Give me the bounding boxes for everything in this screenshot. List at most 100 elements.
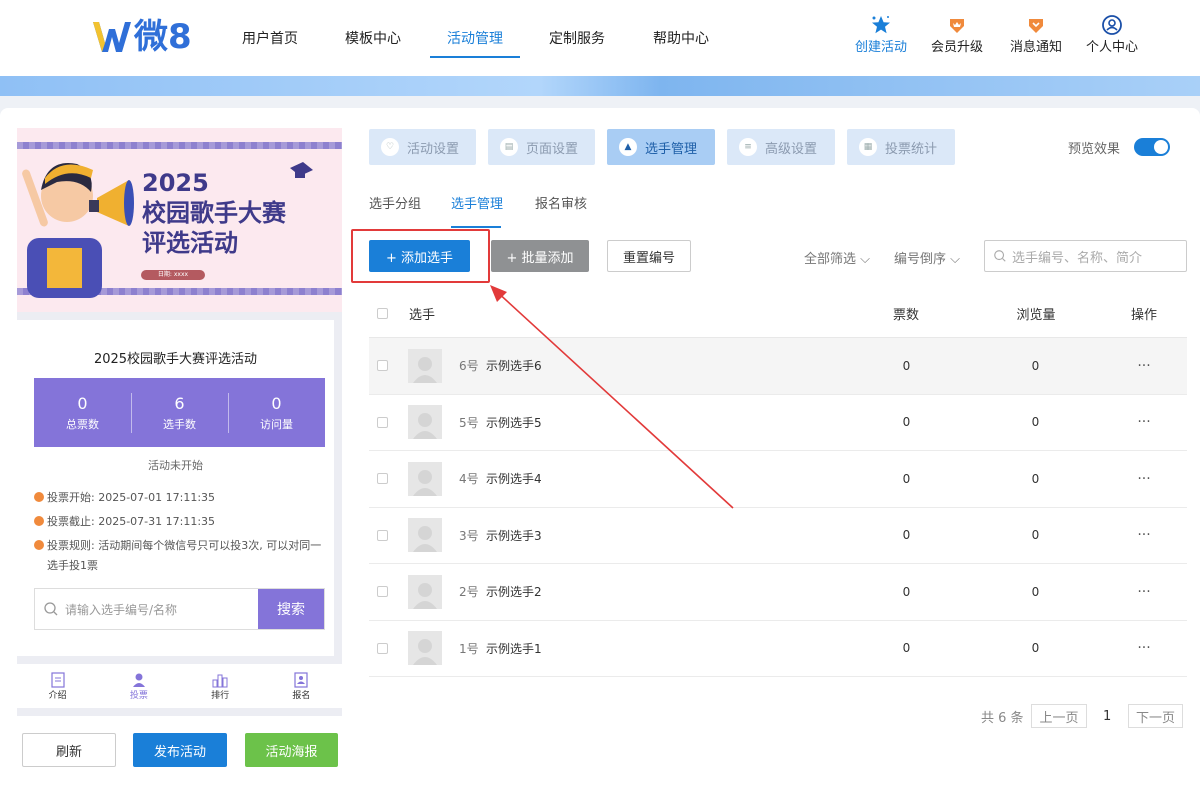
step-advanced-settings[interactable]: ≡ 高级设置	[727, 129, 835, 165]
activity-title: 2025校园歌手大赛评选活动	[93, 352, 258, 367]
nav-home[interactable]: 用户首页	[220, 0, 320, 76]
filter-all-dropdown[interactable]: 全部筛选 ⌵	[804, 248, 870, 267]
row-checkbox[interactable]	[377, 586, 388, 598]
member-upgrade-button[interactable]: 会员升级	[931, 14, 983, 55]
current-page[interactable]: 1	[1103, 704, 1111, 728]
step-label: 页面设置	[526, 141, 579, 157]
nav-help-center[interactable]: 帮助中心	[636, 0, 726, 76]
player-avatar	[408, 574, 442, 609]
player-avatar	[408, 518, 442, 553]
banner-line1: 校园歌手大赛	[142, 199, 286, 227]
info-dot-icon	[34, 492, 44, 502]
row-checkbox[interactable]	[377, 529, 388, 541]
more-options-icon[interactable]: ···	[1137, 527, 1151, 543]
user-icon	[1102, 15, 1122, 35]
player-votes: 0	[902, 358, 911, 373]
player-icon: ▲	[619, 138, 637, 156]
step-label: 投票统计	[885, 141, 938, 157]
step-activity-settings[interactable]: ♡ 活动设置	[369, 129, 476, 165]
activity-poster-button[interactable]: 活动海报	[245, 733, 338, 767]
subtab-player-management[interactable]: 选手管理	[451, 193, 503, 212]
step-page-settings[interactable]: ▤ 页面设置	[488, 129, 595, 165]
more-options-icon[interactable]: ···	[1137, 414, 1151, 430]
preview-search-input[interactable]: 请输入选手编号/名称	[35, 589, 258, 629]
player-avatar	[408, 405, 442, 440]
nav-custom-service[interactable]: 定制服务	[532, 0, 622, 76]
prev-page-button[interactable]: 上一页	[1031, 704, 1087, 728]
graduation-cap-icon	[290, 162, 313, 178]
ranking-icon	[212, 674, 228, 687]
step-vote-statistics[interactable]: ▦ 投票统计	[847, 129, 955, 165]
notifications-label: 消息通知	[1010, 40, 1063, 55]
subtab-signup-review[interactable]: 报名审核	[535, 193, 587, 212]
more-options-icon[interactable]: ···	[1137, 584, 1151, 600]
heart-icon: ♡	[381, 138, 399, 156]
vote-rule-info: 投票规则: 活动期间每个微信号只可以投3次, 可以对同一选手投1票	[34, 536, 324, 576]
tab-intro[interactable]: 介绍	[17, 664, 98, 708]
tab-rank[interactable]: 排行	[180, 664, 261, 708]
next-page-button[interactable]: 下一页	[1128, 704, 1183, 728]
stat-label: 总票数	[66, 417, 99, 431]
stat-value: 6	[174, 393, 185, 413]
info-dot-icon	[34, 540, 44, 550]
more-options-icon[interactable]: ···	[1137, 640, 1151, 656]
subtab-player-groups[interactable]: 选手分组	[369, 193, 421, 212]
publish-activity-button[interactable]: 发布活动	[133, 733, 227, 767]
tab-signup-label: 报名	[292, 690, 311, 701]
main-nav: 用户首页 模板中心 活动管理 定制服务 帮助中心	[220, 0, 726, 76]
stat-label: 选手数	[163, 417, 196, 431]
header-band	[0, 76, 1200, 96]
refresh-button[interactable]: 刷新	[22, 733, 116, 767]
player-views: 0	[1031, 641, 1040, 656]
more-options-icon[interactable]: ···	[1137, 358, 1151, 374]
preview-search-button[interactable]: 搜索	[258, 589, 324, 629]
player-views: 0	[1031, 471, 1040, 486]
highlight-box	[351, 229, 490, 283]
search-icon	[44, 602, 58, 616]
page-icon: ▤	[500, 138, 518, 156]
row-checkbox[interactable]	[377, 473, 388, 485]
avatar-placeholder-icon	[413, 526, 437, 553]
tab-vote[interactable]: 投票	[98, 664, 179, 708]
notifications-button[interactable]: 消息通知	[1010, 14, 1062, 55]
avatar-placeholder-icon	[413, 356, 437, 383]
pagination-total: 共 6 条	[981, 710, 1024, 726]
row-checkbox[interactable]	[377, 416, 388, 428]
player-avatar	[408, 461, 442, 496]
player-views: 0	[1031, 415, 1040, 430]
table-row: 2号 示例选手2 0 0 ···	[369, 564, 1187, 621]
nav-templates[interactable]: 模板中心	[320, 0, 426, 76]
signup-icon	[294, 671, 308, 688]
step-player-management[interactable]: ▲ 选手管理	[607, 129, 715, 165]
crown-icon	[950, 19, 964, 33]
user-center-label: 个人中心	[1086, 40, 1139, 55]
sort-label: 编号倒序	[894, 252, 947, 267]
player-votes: 0	[902, 584, 911, 599]
player-number: 1号	[459, 641, 479, 656]
player-search-input[interactable]: 选手编号、名称、简介	[984, 240, 1187, 272]
header-votes: 票数	[892, 308, 919, 323]
sort-dropdown[interactable]: 编号倒序 ⌵	[894, 248, 960, 267]
player-name: 示例选手1	[486, 641, 542, 656]
tab-signup[interactable]: 报名	[261, 664, 342, 708]
advanced-icon: ≡	[739, 138, 757, 156]
nav-activity-management[interactable]: 活动管理	[430, 0, 520, 76]
user-center-button[interactable]: 个人中心	[1086, 14, 1138, 55]
player-views: 0	[1031, 528, 1040, 543]
info-dot-icon	[34, 516, 44, 526]
player-name: 示例选手2	[486, 585, 542, 600]
player-views: 0	[1031, 584, 1040, 599]
row-checkbox[interactable]	[377, 642, 388, 654]
more-options-icon[interactable]: ···	[1137, 471, 1151, 487]
reset-number-button[interactable]: 重置编号	[607, 240, 691, 272]
batch-add-button[interactable]: + 批量添加	[491, 240, 589, 272]
preview-effect-toggle[interactable]	[1134, 138, 1170, 156]
stat-value: 0	[271, 393, 282, 413]
banner-date: 日期: xxxx	[141, 270, 205, 280]
player-votes: 0	[902, 471, 911, 486]
brand-logo[interactable]: 微8	[92, 15, 192, 59]
row-checkbox[interactable]	[377, 360, 388, 372]
create-activity-button[interactable]: 创建活动	[855, 14, 907, 55]
select-all-checkbox[interactable]	[377, 308, 388, 319]
stats-panel: 0 总票数 6 选手数 0 访问量	[34, 378, 325, 447]
